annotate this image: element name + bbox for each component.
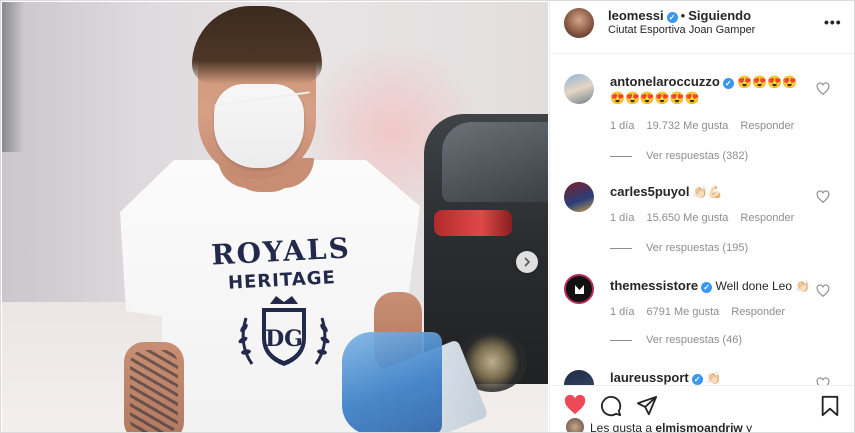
commenter-avatar[interactable]	[564, 182, 594, 212]
likes-suffix: y	[742, 421, 753, 433]
commenter-avatar[interactable]	[564, 370, 594, 385]
bookmark-icon[interactable]	[820, 395, 840, 417]
commenter-username[interactable]: laureussport	[610, 370, 689, 385]
commenter-username[interactable]: antonelaroccuzzo	[610, 74, 720, 89]
view-replies-button[interactable]: Ver respuestas (46)	[610, 334, 742, 346]
comment-time: 1 día	[610, 306, 635, 318]
commenter-avatar[interactable]	[564, 74, 594, 104]
post-sidebar: leomessi ✓ • Siguiendo Ciutat Esportiva Joa…	[549, 2, 854, 433]
comment-text: 👏🏻	[706, 371, 722, 385]
view-replies-button[interactable]: Ver respuestas (195)	[610, 242, 748, 254]
share-icon[interactable]	[636, 395, 658, 417]
comment-item: laureussport ✓ 👏🏻	[550, 368, 854, 385]
instagram-post-modal: ROYALS HERITAGE DG leomessi ✓ • Siguiend…	[0, 0, 855, 433]
likes-prefix: Les gusta a	[590, 421, 656, 433]
commenter-avatar[interactable]	[564, 274, 594, 304]
commenter-username[interactable]: carles5puyol	[610, 184, 690, 199]
comment-meta: 1 día 19.732 Me gusta Responder	[610, 120, 806, 132]
photo-face-mask	[214, 84, 304, 168]
svg-text:DG: DG	[265, 326, 303, 352]
post-header: leomessi ✓ • Siguiendo Ciutat Esportiva Joa…	[550, 2, 854, 54]
comment-meta: 1 día 15.650 Me gusta Responder	[610, 212, 806, 224]
comment-like-heart-icon[interactable]	[816, 190, 830, 204]
blue-gloves	[342, 332, 442, 432]
verified-icon: ✓	[722, 78, 734, 89]
post-photo[interactable]: ROYALS HERITAGE DG	[2, 2, 548, 432]
comment-body: carles5puyol 👏🏻💪🏻	[610, 184, 810, 200]
verified-icon: ✓	[701, 282, 713, 293]
reply-button[interactable]: Responder	[731, 306, 785, 318]
comment-text: Well done Leo 👏🏻	[715, 279, 811, 293]
comment-icon[interactable]	[600, 395, 622, 417]
comment-likes[interactable]: 19.732 Me gusta	[646, 120, 728, 132]
author-avatar[interactable]	[564, 8, 594, 38]
next-photo-button[interactable]	[516, 251, 538, 273]
verified-icon: ✓	[666, 12, 678, 23]
reply-button[interactable]: Responder	[740, 212, 794, 224]
header-separator: •	[680, 8, 686, 23]
author-username[interactable]: leomessi	[608, 8, 664, 23]
more-options-button[interactable]: •••	[824, 14, 842, 30]
verified-icon: ✓	[691, 374, 703, 385]
liker-avatar[interactable]	[566, 418, 584, 432]
author-line: leomessi ✓ • Siguiendo	[608, 8, 751, 23]
shirt-crest-logo: DG	[238, 296, 330, 366]
comment-time: 1 día	[610, 212, 635, 224]
post-location[interactable]: Ciutat Esportiva Joan Gamper	[608, 24, 755, 36]
comment-text: 👏🏻💪🏻	[692, 185, 723, 199]
comment-body: laureussport ✓ 👏🏻	[610, 370, 810, 385]
comment-body: antonelaroccuzzo ✓ 😍😍😍😍😍😍😍😍😍😍	[610, 74, 810, 106]
liker-username[interactable]: elmismoandriw	[655, 421, 742, 432]
view-replies-button[interactable]: Ver respuestas (382)	[610, 150, 748, 162]
likes-summary: Les gusta a elmismoandriw y	[550, 415, 854, 433]
chevron-right-icon	[524, 257, 531, 267]
comment-meta: 1 día 6791 Me gusta Responder	[610, 306, 797, 318]
comment-body: themessistore ✓ Well done Leo 👏🏻	[610, 278, 820, 294]
reply-button[interactable]: Responder	[740, 120, 794, 132]
comment-likes[interactable]: 6791 Me gusta	[646, 306, 719, 318]
comment-like-heart-icon[interactable]	[816, 82, 830, 96]
comment-time: 1 día	[610, 120, 635, 132]
arm-tattoo	[130, 350, 178, 432]
commenter-username[interactable]: themessistore	[610, 278, 698, 293]
post-action-bar	[550, 385, 854, 417]
comment-likes[interactable]: 15.650 Me gusta	[646, 212, 728, 224]
like-heart-icon[interactable]	[564, 395, 586, 415]
comment-like-heart-icon[interactable]	[816, 377, 830, 385]
following-button[interactable]: Siguiendo	[688, 8, 751, 23]
comment-like-heart-icon[interactable]	[816, 284, 830, 298]
